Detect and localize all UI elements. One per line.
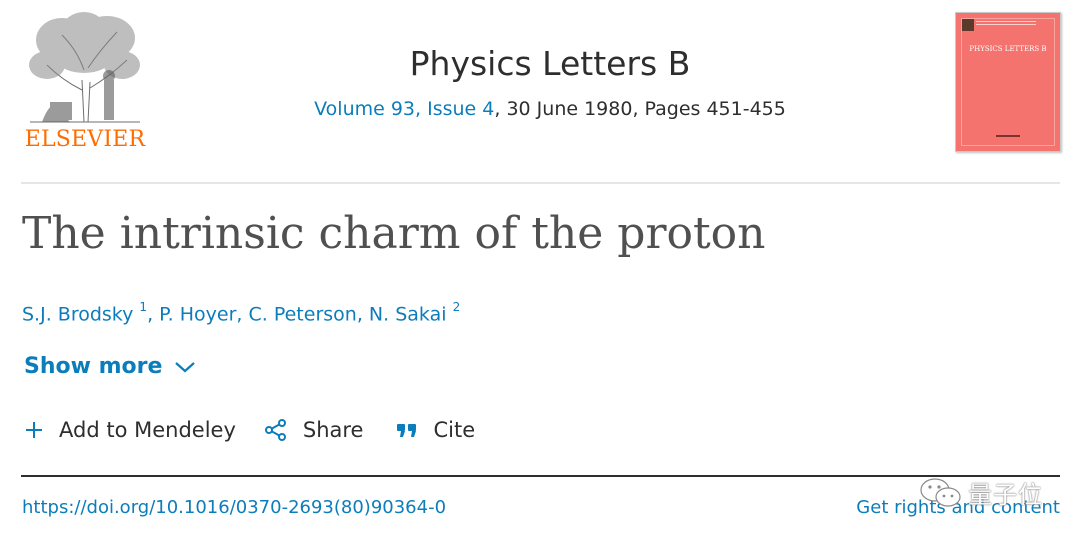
cover-publisher-icon: [962, 19, 974, 31]
show-more-button[interactable]: Show more: [24, 354, 196, 379]
share-button[interactable]: Share: [264, 418, 364, 442]
header-divider: [21, 182, 1060, 184]
author-link[interactable]: C. Peterson: [248, 303, 356, 325]
plus-icon: [26, 422, 42, 438]
date-pages: , 30 June 1980, Pages 451-455: [494, 98, 786, 120]
cover-footer-mark: [996, 135, 1020, 137]
author-link[interactable]: N. Sakai: [369, 303, 447, 325]
quote-icon: [397, 424, 417, 437]
journal-cover[interactable]: PHYSICS LETTERS B: [955, 12, 1061, 152]
volume-issue-link[interactable]: Volume 93, Issue 4: [314, 98, 494, 120]
show-more-label: Show more: [24, 354, 163, 379]
cover-title: PHYSICS LETTERS B: [969, 45, 1047, 53]
share-label: Share: [302, 418, 364, 442]
article-actions: Add to Mendeley Share Cite: [24, 418, 475, 442]
wechat-icon: [920, 478, 961, 507]
author-separator: ,: [147, 303, 160, 326]
footer-divider: [21, 475, 1060, 477]
author-link[interactable]: S.J. Brodsky: [22, 303, 133, 325]
cover-frame: [961, 18, 1055, 146]
watermark: 量子位: [918, 473, 1046, 513]
journal-title[interactable]: Physics Letters B: [0, 44, 1080, 83]
add-to-mendeley-label: Add to Mendeley: [59, 418, 236, 442]
author-list: S.J. Brodsky 1, P. Hoyer, C. Peterson, N…: [22, 300, 461, 326]
author-separator: ,: [236, 303, 249, 326]
add-to-mendeley-button[interactable]: Add to Mendeley: [24, 418, 236, 442]
author-link[interactable]: P. Hoyer: [159, 303, 236, 325]
author-affiliation-ref[interactable]: 2: [453, 300, 461, 314]
share-icon: [264, 419, 286, 441]
chevron-down-icon: [175, 361, 196, 372]
journal-meta: Volume 93, Issue 4, 30 June 1980, Pages …: [0, 98, 1080, 120]
elsevier-wordmark: ELSEVIER: [24, 127, 146, 152]
author-separator: ,: [356, 303, 369, 326]
cite-label: Cite: [433, 418, 476, 442]
cover-lines: [976, 21, 1036, 22]
watermark-text: 量子位: [968, 481, 1043, 509]
article-title: The intrinsic charm of the proton: [22, 208, 766, 259]
author-affiliation-ref[interactable]: 1: [139, 300, 147, 314]
cite-button[interactable]: Cite: [396, 418, 475, 442]
doi-link[interactable]: https://doi.org/10.1016/0370-2693(80)903…: [22, 497, 446, 518]
